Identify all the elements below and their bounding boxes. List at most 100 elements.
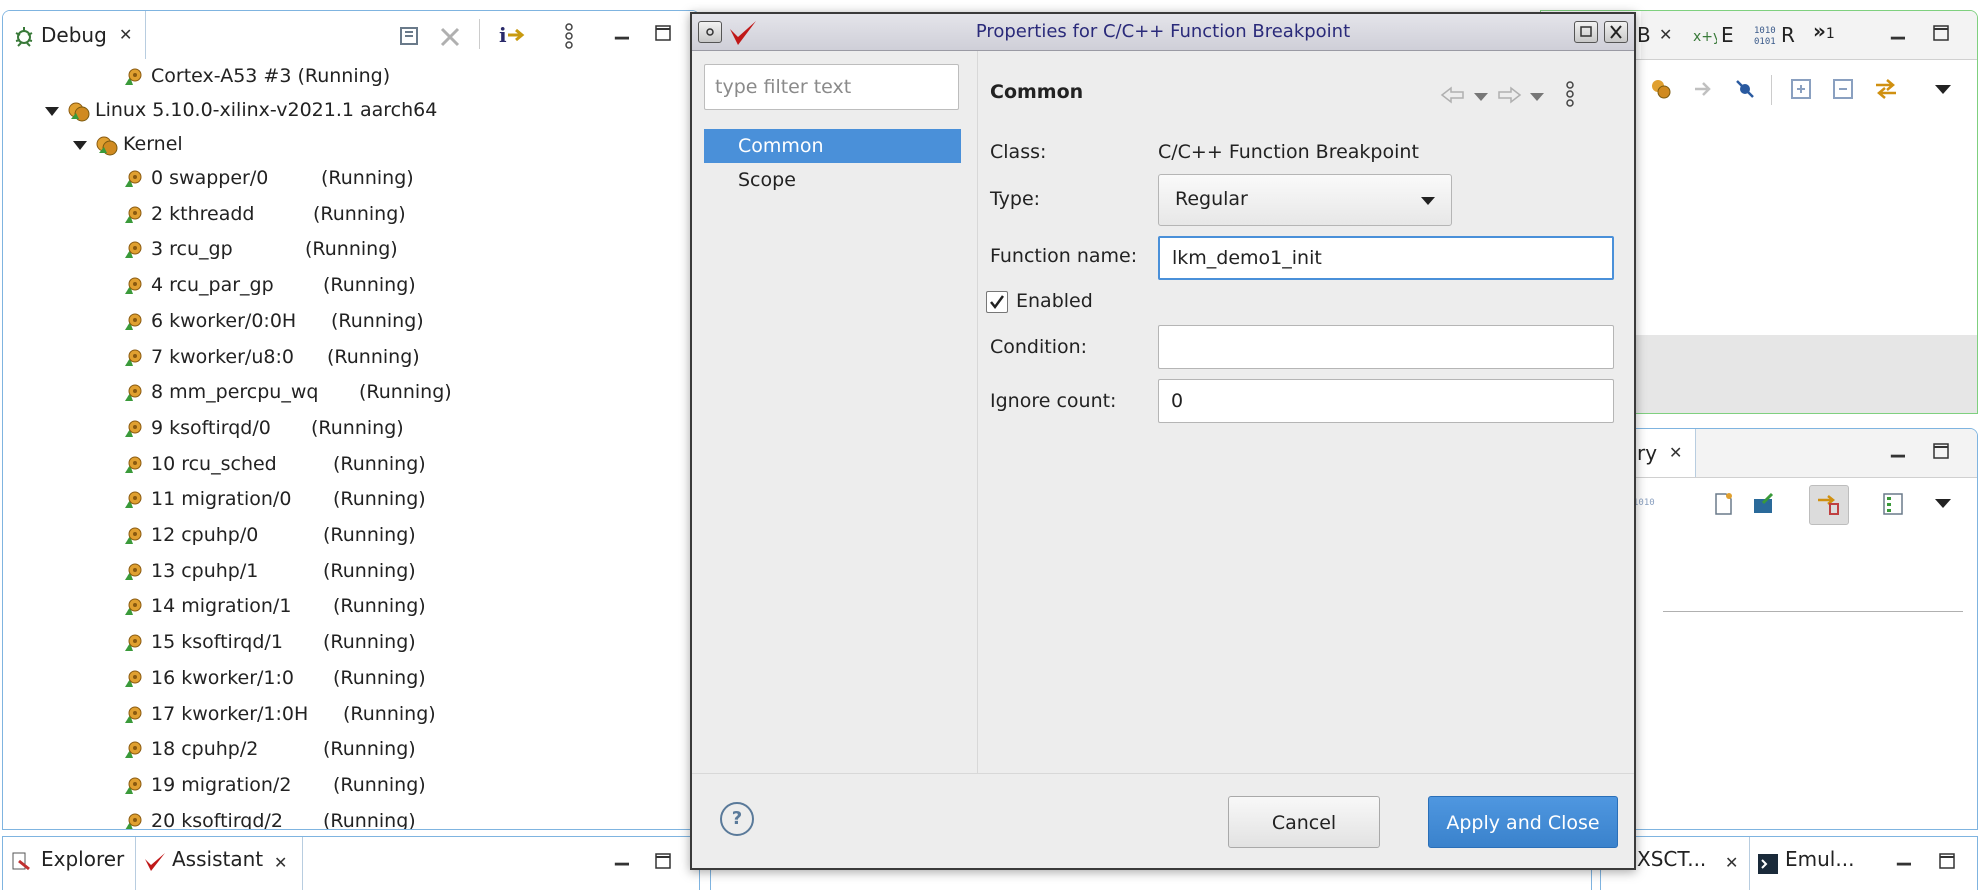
thread-icon xyxy=(123,562,143,582)
minimize-icon[interactable]: ▁ xyxy=(1891,439,1905,457)
condition-input[interactable] xyxy=(1158,325,1614,369)
thread-icon xyxy=(123,276,143,296)
expand-all-icon[interactable] xyxy=(1789,77,1813,101)
tree-item-thread[interactable]: 19 migration/2 (Running) xyxy=(3,768,699,802)
tree-item-thread[interactable]: 16 kworker/1:0 (Running) xyxy=(3,661,699,695)
checkbox-box xyxy=(986,291,1008,313)
nav-item-common[interactable]: Common xyxy=(704,129,961,163)
tree-item-state: (Running) xyxy=(333,488,426,511)
tree-item-kernel[interactable]: Kernel xyxy=(3,127,699,161)
close-icon[interactable]: ✕ xyxy=(274,853,287,872)
tab-assistant[interactable]: Assistant ✕ xyxy=(135,837,303,890)
chevron-down-icon[interactable] xyxy=(45,107,59,116)
condition-label: Condition: xyxy=(990,336,1088,358)
tree-item-thread[interactable]: 6 kworker/0:0H (Running) xyxy=(3,304,699,338)
thread-icon xyxy=(123,812,143,829)
function-name-input[interactable] xyxy=(1158,236,1614,280)
view-menu-chevron-down-icon[interactable] xyxy=(1935,85,1951,94)
page-menu-icon[interactable] xyxy=(1566,81,1574,107)
forward-arrow-icon[interactable] xyxy=(1496,85,1522,105)
explorer-icon xyxy=(11,851,33,873)
back-arrow-icon[interactable] xyxy=(1440,85,1466,105)
tab-emulation[interactable]: Emul... xyxy=(1785,847,1854,871)
cancel-button[interactable]: Cancel xyxy=(1228,796,1380,848)
tree-item-thread[interactable]: 11 migration/0 (Running) xyxy=(3,482,699,516)
new-rendering-icon[interactable] xyxy=(1711,491,1735,517)
tree-item-state: (Running) xyxy=(359,381,452,404)
minimize-icon[interactable]: ▁ xyxy=(615,21,629,39)
tree-item-state: (Running) xyxy=(323,631,416,654)
forward-history-chevron-down-icon[interactable] xyxy=(1530,93,1544,101)
link-with-view-icon[interactable] xyxy=(1873,77,1899,101)
skip-icon[interactable] xyxy=(1691,77,1715,101)
minimize-icon[interactable]: ▁ xyxy=(615,847,629,865)
close-icon[interactable]: ✕ xyxy=(1725,853,1738,872)
tab-overflow[interactable]: »1 xyxy=(1813,19,1835,43)
dialog-titlebar[interactable]: Properties for C/C++ Function Breakpoint xyxy=(692,14,1634,51)
tree-item-thread[interactable]: 15 ksoftirqd/1 (Running) xyxy=(3,625,699,659)
close-icon[interactable]: ✕ xyxy=(1669,443,1682,462)
tree-item-state: (Running) xyxy=(323,274,416,297)
apply-and-close-button[interactable]: Apply and Close xyxy=(1428,796,1618,848)
close-icon[interactable]: ✕ xyxy=(119,25,132,44)
maximize-window-button[interactable] xyxy=(1574,21,1598,43)
thread-icon xyxy=(123,597,143,617)
collapse-all-icon[interactable] xyxy=(1831,77,1855,101)
back-history-chevron-down-icon[interactable] xyxy=(1474,93,1488,101)
tab-explorer[interactable]: Explorer xyxy=(41,847,124,871)
tree-item-name: 9 ksoftirqd/0 xyxy=(151,416,271,439)
tree-item-linux[interactable]: Linux 5.10.0-xilinx-v2021.1 aarch64 xyxy=(3,93,699,127)
filter-input[interactable] xyxy=(704,64,959,110)
columns-icon[interactable] xyxy=(1881,491,1905,517)
link-memory-icon[interactable] xyxy=(1809,485,1849,525)
bug-icon xyxy=(13,25,35,47)
tree-item-thread[interactable]: 8 mm_percpu_wq (Running) xyxy=(3,375,699,409)
skip-all-breakpoints-icon[interactable] xyxy=(1733,77,1757,101)
close-window-button[interactable] xyxy=(1604,21,1628,43)
tree-item-thread[interactable]: 20 ksoftirqd/2 (Running) xyxy=(3,804,699,829)
remove-all-icon[interactable] xyxy=(438,25,462,49)
tree-item-thread[interactable]: 2 kthreadd (Running) xyxy=(3,197,699,231)
tree-item-core[interactable]: Cortex-A53 #3 (Running) xyxy=(3,59,699,93)
tree-item-thread[interactable]: 14 migration/1 (Running) xyxy=(3,589,699,623)
tab-registers-label[interactable]: R xyxy=(1781,23,1795,47)
tree-item-thread[interactable]: 9 ksoftirqd/0 (Running) xyxy=(3,411,699,445)
tree-item-thread[interactable]: 17 kworker/1:0H (Running) xyxy=(3,697,699,731)
tree-item-state: (Running) xyxy=(323,524,416,546)
tree-item-thread[interactable]: 3 rcu_gp (Running) xyxy=(3,232,699,266)
maximize-icon[interactable] xyxy=(1939,853,1955,869)
registers-icon[interactable]: 1010 0101 xyxy=(1753,23,1777,47)
tree-item-thread[interactable]: 13 cpuhp/1 (Running) xyxy=(3,554,699,588)
memory-format-icon[interactable]: 1010 xyxy=(1633,493,1661,517)
thread-icon xyxy=(123,633,143,653)
collapse-all-icon[interactable] xyxy=(398,25,420,47)
minimize-icon[interactable]: ▁ xyxy=(1897,847,1911,865)
maximize-icon[interactable] xyxy=(1933,443,1949,459)
tree-item-name: Linux 5.10.0-xilinx-v2021.1 aarch64 xyxy=(95,99,438,121)
view-menu-icon[interactable] xyxy=(565,23,573,49)
tab-debug[interactable]: Debug ✕ xyxy=(3,11,146,59)
maximize-icon[interactable] xyxy=(655,25,671,41)
tree-item-thread[interactable]: 18 cpuhp/2 (Running) xyxy=(3,732,699,766)
tree-item-thread[interactable]: 4 rcu_par_gp (Running) xyxy=(3,268,699,302)
expressions-icon[interactable]: x+y xyxy=(1693,25,1717,47)
tab-expressions-label[interactable]: E xyxy=(1721,23,1734,47)
step-into-icon[interactable]: i xyxy=(498,23,528,47)
minimize-icon[interactable]: ▁ xyxy=(1891,21,1905,39)
maximize-icon[interactable] xyxy=(655,853,671,869)
tree-item-thread[interactable]: 10 rcu_sched (Running) xyxy=(3,447,699,481)
maximize-icon[interactable] xyxy=(1933,25,1949,41)
thread-icon[interactable] xyxy=(1649,77,1673,101)
export-icon[interactable] xyxy=(1751,491,1777,517)
ignore-count-input[interactable] xyxy=(1158,379,1614,423)
dialog-nav-panel: Common Scope xyxy=(692,51,978,774)
tree-item-thread[interactable]: 0 swapper/0 (Running) xyxy=(3,161,699,195)
type-select[interactable]: Regular xyxy=(1158,174,1452,226)
tree-item-thread[interactable]: 7 kworker/u8:0 (Running) xyxy=(3,340,699,374)
tree-item-thread[interactable]: 12 cpuhp/0 (Running) xyxy=(3,518,699,552)
nav-item-scope[interactable]: Scope xyxy=(704,163,961,197)
close-icon[interactable]: ✕ xyxy=(1659,25,1672,44)
view-menu-chevron-down-icon[interactable] xyxy=(1935,499,1951,508)
help-icon[interactable]: ? xyxy=(720,802,754,836)
chevron-down-icon[interactable] xyxy=(73,141,87,150)
